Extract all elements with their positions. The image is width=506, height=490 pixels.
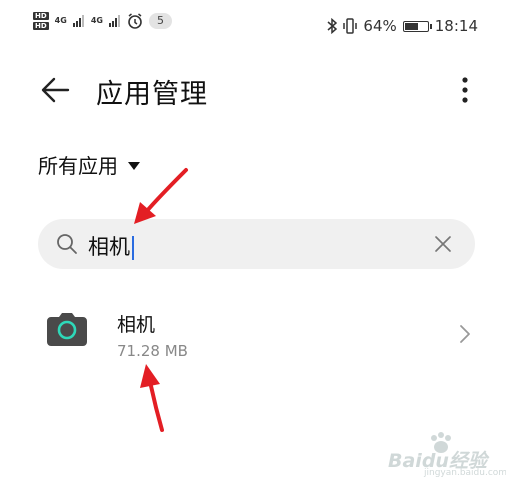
signal-1-label: 4G <box>54 16 67 25</box>
signal-2-icon <box>108 15 120 27</box>
more-vertical-icon[interactable] <box>455 74 475 106</box>
watermark-sub: jingyan.baidu.com <box>424 468 506 478</box>
search-icon <box>57 234 77 254</box>
filter-label: 所有应用 <box>38 154 118 178</box>
battery-fill <box>404 22 418 30</box>
hd-badge-1: HD <box>33 12 49 20</box>
annotation-arrow-top <box>134 168 188 224</box>
list-item-camera-app[interactable]: 相机 71.28 MB <box>0 298 506 368</box>
signal-1-icon <box>72 15 84 27</box>
search-value-text: 相机 <box>88 235 130 259</box>
annotation-arrow-bottom <box>140 364 164 432</box>
status-left: HD HD 4G 4G 5 <box>33 12 172 30</box>
bluetooth-icon <box>327 18 338 34</box>
hd-badge-2: HD <box>33 22 49 30</box>
battery-icon <box>402 20 432 32</box>
app-name: 相机 <box>117 314 156 336</box>
notification-count-badge: 5 <box>148 13 172 29</box>
page-title: 应用管理 <box>96 79 208 110</box>
battery-percent: 64% <box>363 17 397 35</box>
signal-2-label: 4G <box>90 16 103 25</box>
alarm-icon <box>128 13 142 29</box>
text-caret <box>132 236 134 260</box>
status-right: 64% 18:14 <box>327 17 478 35</box>
close-icon[interactable] <box>433 234 453 254</box>
title-bar: 应用管理 <box>0 60 506 120</box>
search-value: 相机 <box>88 231 134 261</box>
app-filter-dropdown[interactable]: 所有应用 <box>38 150 140 179</box>
clock: 18:14 <box>434 17 478 35</box>
vibrate-icon <box>343 18 358 34</box>
app-size: 71.28 MB <box>117 342 188 360</box>
search-input[interactable]: 相机 <box>38 219 475 269</box>
baidu-watermark: Baidu经验 jingyan.baidu.com <box>388 432 506 482</box>
camera-icon <box>47 313 87 346</box>
arrow-left-icon[interactable] <box>38 74 74 106</box>
status-bar: HD HD 4G 4G 5 64% 18:14 <box>0 0 506 52</box>
chevron-right-icon <box>460 325 470 343</box>
